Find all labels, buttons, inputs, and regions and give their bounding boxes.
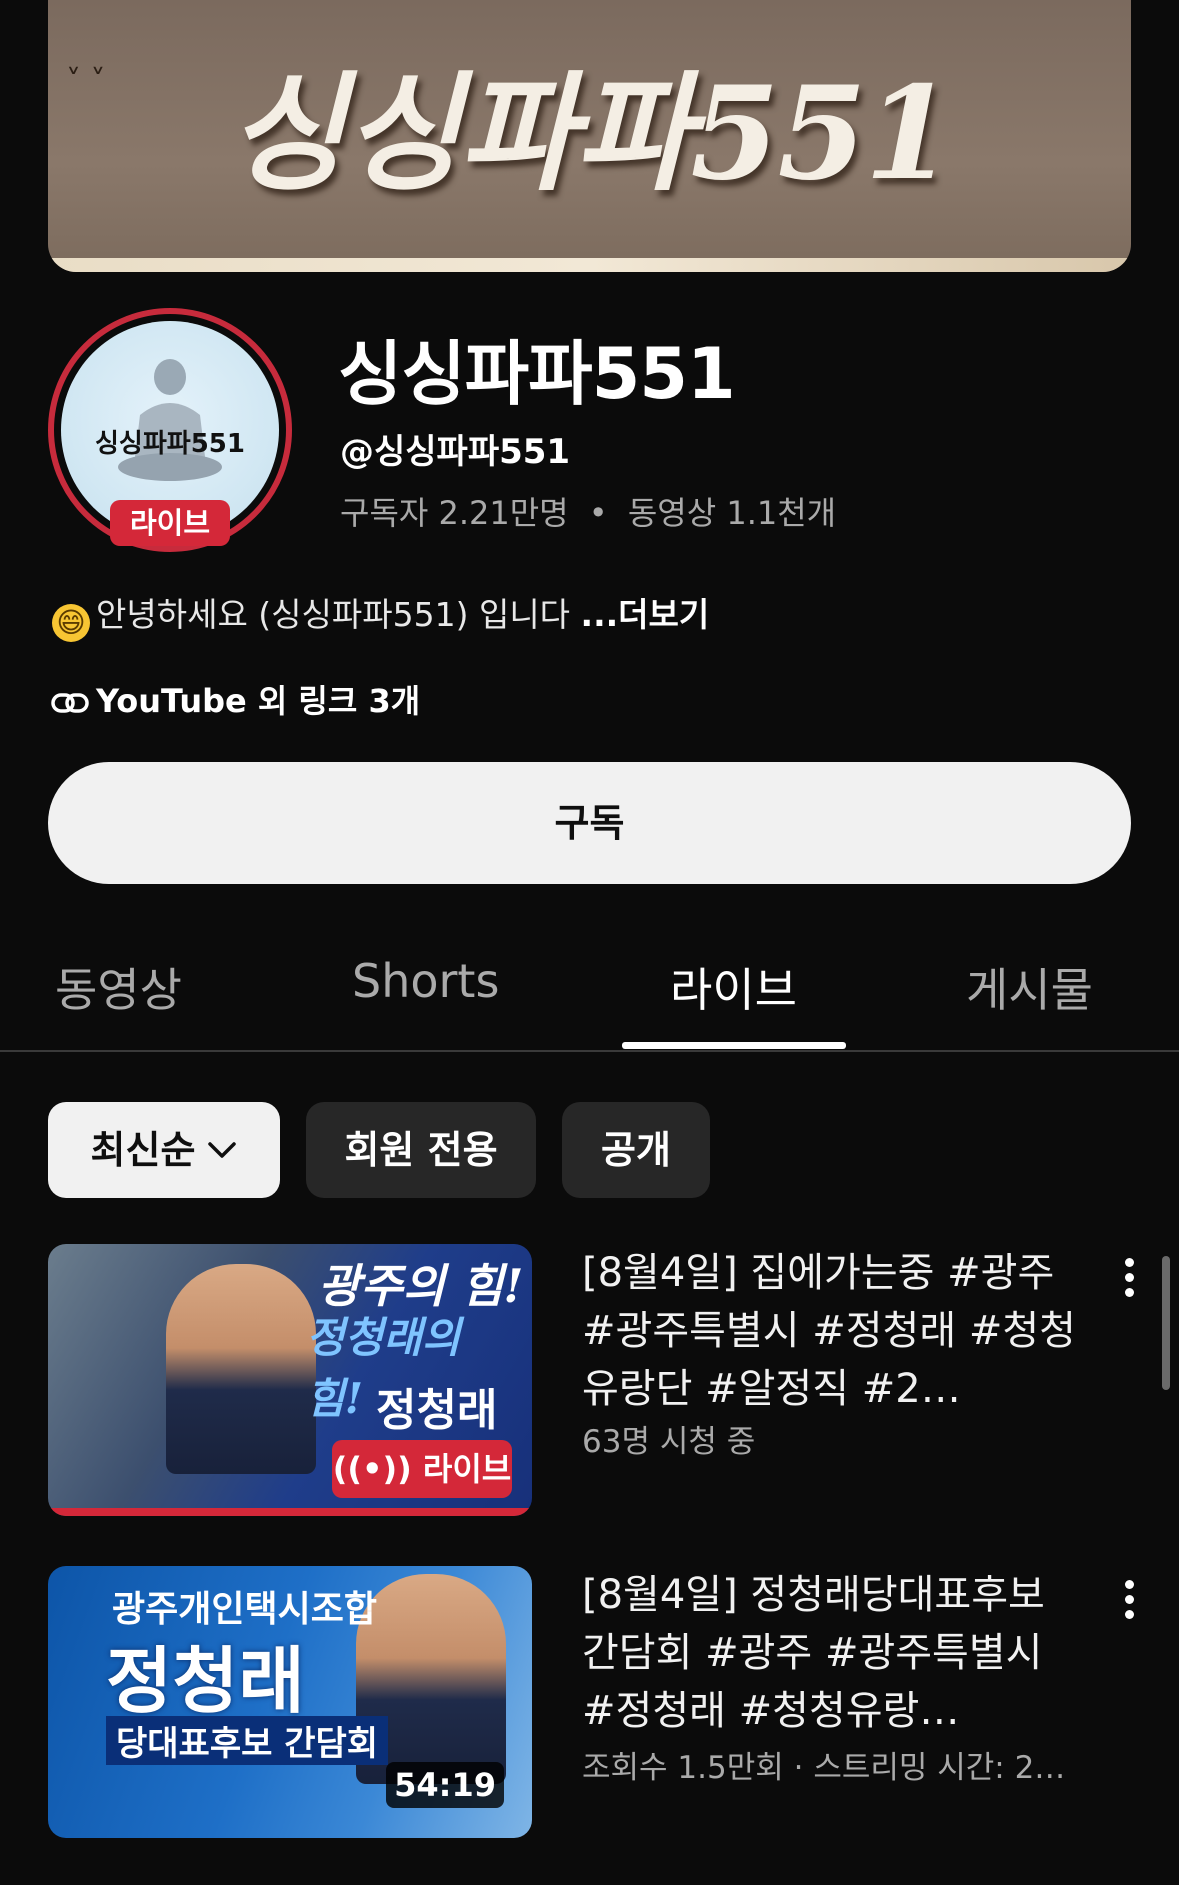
chevron-down-icon <box>208 1142 237 1158</box>
more-link[interactable]: ...더보기 <box>581 595 710 634</box>
live-progress-bar <box>48 1508 532 1516</box>
channel-description[interactable]: 😄 안녕하세요 (싱싱파파551) 입니다 ...더보기 <box>52 588 709 642</box>
filter-chip-members[interactable]: 회원 전용 <box>306 1102 536 1198</box>
tab-shorts[interactable]: Shorts <box>352 954 499 1008</box>
channel-banner: ˅ ˅ 싱싱파파551 <box>48 0 1131 272</box>
more-options-icon[interactable] <box>1114 1574 1144 1634</box>
external-links[interactable]: YouTube 외 링크 3개 <box>50 676 420 722</box>
tab-posts[interactable]: 게시물 <box>966 954 1093 1020</box>
thumbnail-subheadline: 정청래 <box>106 1638 305 1723</box>
video-item[interactable]: 광주의 힘! 정청래의 힘! 정청래 ((•)) 라이브 [8월4일] 집에가는… <box>48 1244 1134 1524</box>
more-options-icon[interactable] <box>1114 1252 1144 1312</box>
video-thumbnail[interactable]: 광주의 힘! 정청래의 힘! 정청래 ((•)) 라이브 <box>48 1244 532 1516</box>
tab-live[interactable]: 라이브 <box>670 954 797 1020</box>
filter-chip-public[interactable]: 공개 <box>562 1102 710 1198</box>
video-meta: 조회수 1.5만회 · 스트리밍 시간: 2… <box>582 1750 1066 1786</box>
broadcast-icon: ((•)) <box>332 1450 423 1488</box>
video-meta: 63명 시청 중 <box>582 1424 756 1460</box>
description-text: 안녕하세요 (싱싱파파551) 입니다 <box>96 595 581 634</box>
video-item[interactable]: 광주개인택시조합 정청래 당대표후보 간담회 54:19 [8월4일] 정청래당… <box>48 1566 1134 1846</box>
subscribe-button[interactable]: 구독 <box>48 762 1131 884</box>
live-label: 라이브 <box>422 1450 512 1488</box>
banner-strip <box>48 258 1131 272</box>
link-icon <box>51 693 89 713</box>
video-count: 동영상 1.1천개 <box>627 494 837 532</box>
tabs-divider <box>0 1050 1179 1052</box>
avatar-label: 싱싱파파551 <box>95 429 245 459</box>
video-duration: 54:19 <box>386 1762 504 1808</box>
channel-handle: @싱싱파파551 <box>340 432 571 472</box>
thumbnail-person <box>166 1264 316 1474</box>
channel-tabs: 동영상 Shorts 라이브 게시물 <box>0 940 1179 1052</box>
channel-name: 싱싱파파551 <box>338 333 736 415</box>
scrollbar[interactable] <box>1162 1256 1170 1390</box>
grinning-face-icon: 😄 <box>52 604 90 642</box>
links-label: YouTube 외 링크 3개 <box>96 682 421 720</box>
thumbnail-name: 당대표후보 간담회 <box>106 1716 389 1765</box>
stats-separator: • <box>588 494 608 532</box>
thumbnail-name: 정청래 <box>376 1385 498 1436</box>
active-tab-indicator <box>622 1042 846 1049</box>
channel-stats: 구독자 2.21만명 • 동영상 1.1천개 <box>340 488 836 534</box>
video-thumbnail[interactable]: 광주개인택시조합 정청래 당대표후보 간담회 54:19 <box>48 1566 532 1838</box>
buddha-figure <box>118 359 222 481</box>
subscriber-count: 구독자 2.21만명 <box>340 494 569 532</box>
sort-chip-latest[interactable]: 최신순 <box>48 1102 280 1198</box>
live-badge: 라이브 <box>110 500 230 546</box>
tab-videos[interactable]: 동영상 <box>55 954 182 1020</box>
banner-title: 싱싱파파551 <box>227 59 953 209</box>
live-now-badge: ((•)) 라이브 <box>332 1440 512 1498</box>
chip-label: 최신순 <box>90 1128 196 1172</box>
video-title[interactable]: [8월4일] 집에가는중 #광주 #광주특별시 #정청래 #청청유랑단 #알정직… <box>582 1244 1082 1418</box>
video-title[interactable]: [8월4일] 정청래당대표후보 간담회 #광주 #광주특별시 #정청래 #청청유… <box>582 1566 1082 1740</box>
